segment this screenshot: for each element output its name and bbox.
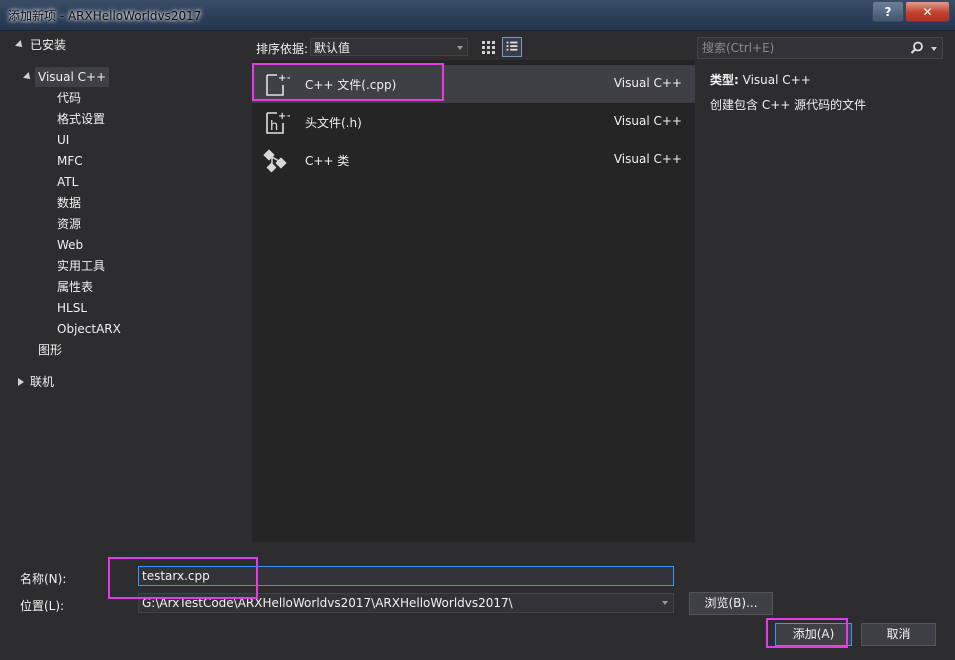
title-bar: 添加新项 - ARXHelloWorldvs2017 ? ✕ bbox=[0, 0, 955, 31]
chevron-down-icon bbox=[457, 46, 463, 50]
template-language: Visual C++ bbox=[613, 114, 682, 128]
tree-item-objectarx[interactable]: ObjectARX bbox=[57, 319, 121, 339]
tree-item-utility[interactable]: 实用工具 bbox=[57, 256, 105, 276]
chevron-down-icon[interactable] bbox=[931, 47, 937, 51]
search-icon[interactable] bbox=[910, 41, 924, 55]
tree-item-web[interactable]: Web bbox=[57, 235, 83, 255]
details-pane: 搜索(Ctrl+E) 类型: Visual C++ 创建包含 C++ 源代码的文… bbox=[697, 34, 944, 542]
browse-button[interactable]: 浏览(B)... bbox=[689, 592, 773, 615]
search-placeholder: 搜索(Ctrl+E) bbox=[702, 41, 775, 55]
tree-item-hlsl[interactable]: HLSL bbox=[57, 298, 87, 318]
svg-text:++: ++ bbox=[278, 73, 290, 84]
tree-item-graphics[interactable]: 图形 bbox=[38, 340, 62, 360]
category-tree: 已安装 Visual C++ 代码 格式设置 UI MFC ATL 数据 资源 … bbox=[8, 34, 248, 542]
location-value: G:\ArxTestCode\ARXHelloWorldvs2017\ARXHe… bbox=[142, 596, 513, 610]
sort-toolbar: 排序依据: 默认值 bbox=[252, 34, 695, 60]
cancel-button[interactable]: 取消 bbox=[861, 623, 936, 646]
template-name: 头文件(.h) bbox=[305, 116, 362, 130]
name-value: testarx.cpp bbox=[142, 569, 210, 583]
tree-item-resource[interactable]: 资源 bbox=[57, 214, 81, 234]
expand-online-icon[interactable] bbox=[18, 378, 24, 386]
template-item-cpp-class[interactable]: C++ 类 Visual C++ bbox=[252, 141, 695, 179]
location-label: 位置(L): bbox=[20, 599, 65, 613]
type-info: 类型: Visual C++ bbox=[710, 71, 811, 88]
header-file-icon: h ++ bbox=[266, 111, 290, 134]
tree-item-property-sheets[interactable]: 属性表 bbox=[57, 277, 93, 297]
sort-dropdown[interactable]: 默认值 bbox=[310, 38, 468, 56]
expand-visual-cpp-icon[interactable] bbox=[23, 72, 33, 82]
bottom-form: 名称(N): testarx.cpp 位置(L): G:\ArxTestCode… bbox=[0, 548, 955, 660]
template-item-header-file[interactable]: h ++ 头文件(.h) Visual C++ bbox=[252, 103, 695, 141]
expand-installed-icon[interactable] bbox=[15, 40, 25, 50]
search-input[interactable]: 搜索(Ctrl+E) bbox=[697, 37, 943, 59]
add-button[interactable]: 添加(A) bbox=[775, 623, 852, 646]
svg-text:++: ++ bbox=[278, 111, 290, 122]
sort-label: 排序依据: bbox=[256, 42, 309, 56]
template-item-cpp-file[interactable]: ++ C++ 文件(.cpp) Visual C++ bbox=[252, 65, 695, 103]
template-language: Visual C++ bbox=[613, 76, 682, 90]
close-button[interactable]: ✕ bbox=[905, 1, 950, 22]
grid-view-icon[interactable] bbox=[478, 37, 498, 57]
template-name: C++ 类 bbox=[305, 154, 350, 168]
template-description: 创建包含 C++ 源代码的文件 bbox=[710, 98, 867, 112]
template-language: Visual C++ bbox=[613, 152, 682, 166]
tree-item-code[interactable]: 代码 bbox=[57, 88, 81, 108]
tree-item-installed[interactable]: 已安装 bbox=[30, 35, 66, 55]
cpp-file-icon: ++ bbox=[266, 73, 290, 96]
tree-item-visual-cpp[interactable]: Visual C++ bbox=[35, 67, 110, 87]
tree-item-ui[interactable]: UI bbox=[57, 130, 69, 150]
tree-item-atl[interactable]: ATL bbox=[57, 172, 78, 192]
type-value: Visual C++ bbox=[742, 73, 811, 87]
type-label: 类型: bbox=[710, 73, 739, 87]
cpp-class-icon bbox=[263, 149, 287, 173]
tree-item-mfc[interactable]: MFC bbox=[57, 151, 83, 171]
tree-item-formatting[interactable]: 格式设置 bbox=[57, 109, 105, 129]
help-button[interactable]: ? bbox=[872, 1, 904, 22]
template-name: C++ 文件(.cpp) bbox=[305, 78, 397, 92]
location-dropdown[interactable]: G:\ArxTestCode\ARXHelloWorldvs2017\ARXHe… bbox=[138, 593, 674, 613]
name-label: 名称(N): bbox=[20, 572, 67, 586]
template-list: ++ C++ 文件(.cpp) Visual C++ h ++ 头文件(.h) … bbox=[252, 34, 695, 542]
svg-text:h: h bbox=[270, 119, 278, 134]
window-title: 添加新项 - ARXHelloWorldvs2017 bbox=[8, 9, 202, 23]
tree-item-online[interactable]: 联机 bbox=[30, 372, 54, 392]
list-view-icon[interactable] bbox=[502, 37, 522, 57]
name-field[interactable]: testarx.cpp bbox=[138, 566, 674, 586]
tree-item-data[interactable]: 数据 bbox=[57, 193, 81, 213]
chevron-down-icon bbox=[662, 601, 668, 605]
sort-value: 默认值 bbox=[314, 41, 351, 55]
